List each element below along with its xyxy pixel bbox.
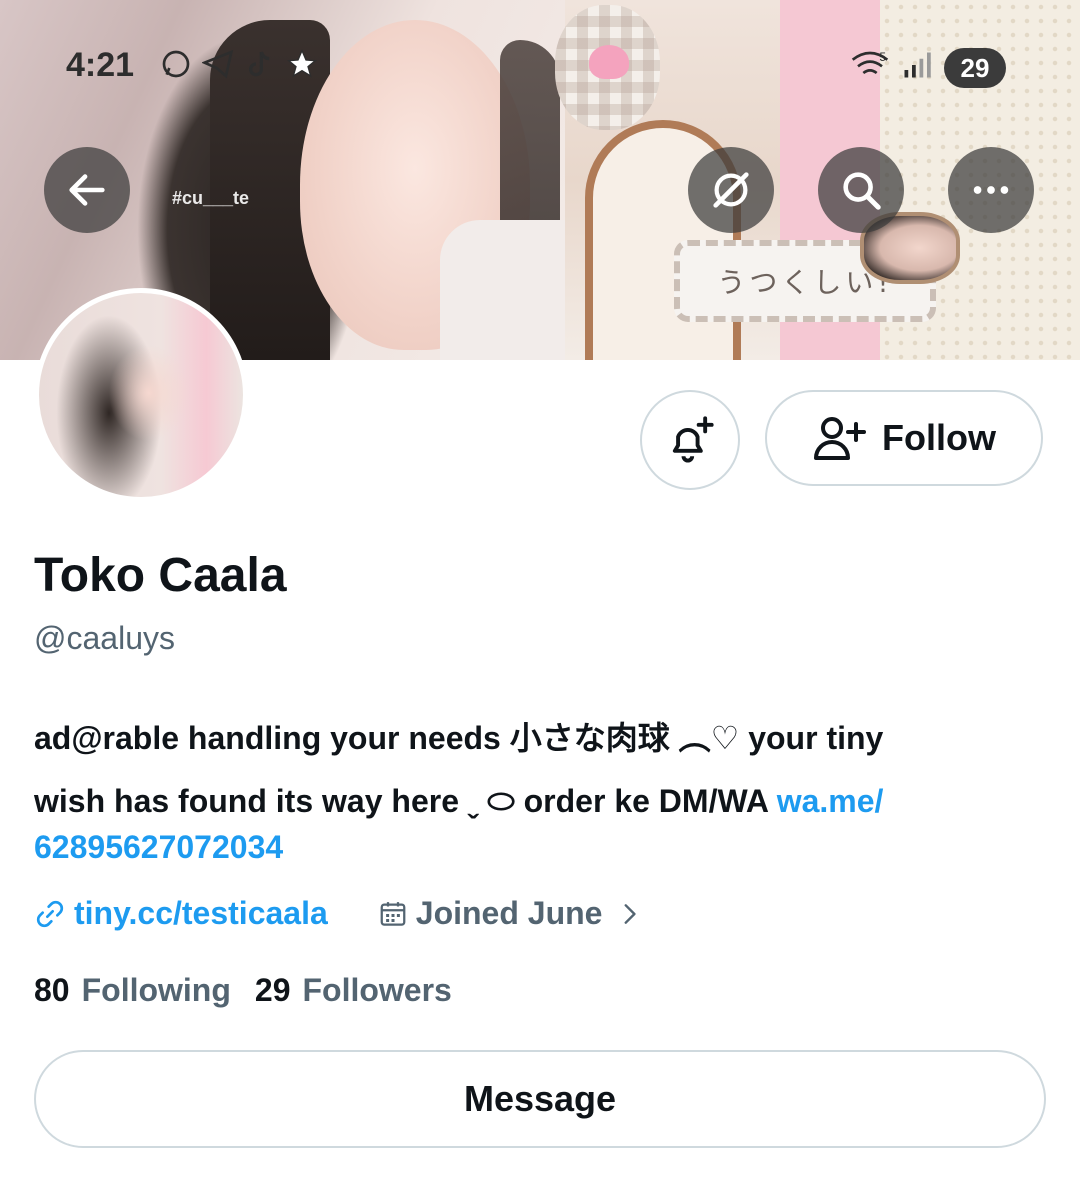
message-button[interactable]: Message (34, 1050, 1046, 1148)
wifi-icon: 5 (850, 49, 890, 88)
status-bar: 4:21 5 29 (0, 40, 1080, 90)
calendar-icon (380, 901, 406, 926)
whatsapp-icon (160, 48, 192, 88)
website-url: tiny.cc/testicaala (74, 895, 328, 931)
following-link[interactable]: 80 Following (34, 972, 231, 1009)
bio-line-2: wish has found its way here ˬ ⬭ order ke… (34, 778, 1034, 870)
banner-tag: #cu___te (172, 188, 250, 208)
tiktok-icon (244, 48, 276, 88)
status-time: 4:21 (66, 46, 135, 84)
search-button[interactable] (818, 147, 904, 233)
battery-icon: 29 (944, 48, 1006, 88)
website-link[interactable]: tiny.cc/testicaala (34, 895, 328, 932)
follow-label: Follow (882, 417, 996, 458)
bio-line-1: ad@rable handling your needs 小さな肉球 ︵♡ yo… (34, 720, 884, 756)
banner-hood (440, 220, 570, 360)
back-button[interactable] (44, 147, 130, 233)
following-label: Following (81, 972, 231, 1008)
bio-line-2-text: wish has found its way here ˬ ⬭ order ke… (34, 783, 777, 819)
bell-plus-icon (672, 416, 714, 463)
back-arrow-icon (69, 174, 105, 206)
bio: ad@rable handling your needs 小さな肉球 ︵♡ yo… (34, 708, 1034, 870)
network-badge: 5 (879, 50, 886, 64)
star-icon (286, 48, 318, 88)
joined-date[interactable]: Joined June (378, 895, 643, 932)
followers-count: 29 (254, 972, 291, 1008)
signal-icon (902, 50, 932, 87)
search-icon (843, 172, 881, 210)
grok-icon (713, 172, 749, 208)
status-right-icons: 5 29 (850, 48, 1006, 88)
joined-label: Joined June (415, 895, 603, 931)
bio-link[interactable]: wa.me/ (777, 783, 884, 819)
display-name: Toko Caala (34, 549, 287, 602)
more-icon (973, 186, 1009, 194)
chevron-right-icon (625, 903, 637, 924)
following-count: 80 (34, 972, 70, 1008)
followers-label: Followers (302, 972, 452, 1008)
followers-link[interactable]: 29 Followers (255, 972, 452, 1009)
person-plus-icon (814, 417, 866, 460)
message-label: Message (463, 1078, 617, 1119)
notify-button[interactable] (640, 390, 740, 490)
avatar[interactable] (34, 288, 248, 502)
bio-link-number[interactable]: 62895627072034 (34, 829, 283, 865)
follow-button[interactable]: Follow (765, 390, 1043, 486)
status-left-icons (160, 48, 318, 88)
grok-button[interactable] (688, 147, 774, 233)
link-icon (36, 900, 64, 927)
telegram-icon (201, 48, 234, 88)
follow-counts: 80 Following 29 Followers (34, 972, 452, 1009)
profile-meta: tiny.cc/testicaala Joined June (34, 895, 642, 932)
more-button[interactable] (948, 147, 1034, 233)
handle: @caaluys (34, 620, 175, 656)
